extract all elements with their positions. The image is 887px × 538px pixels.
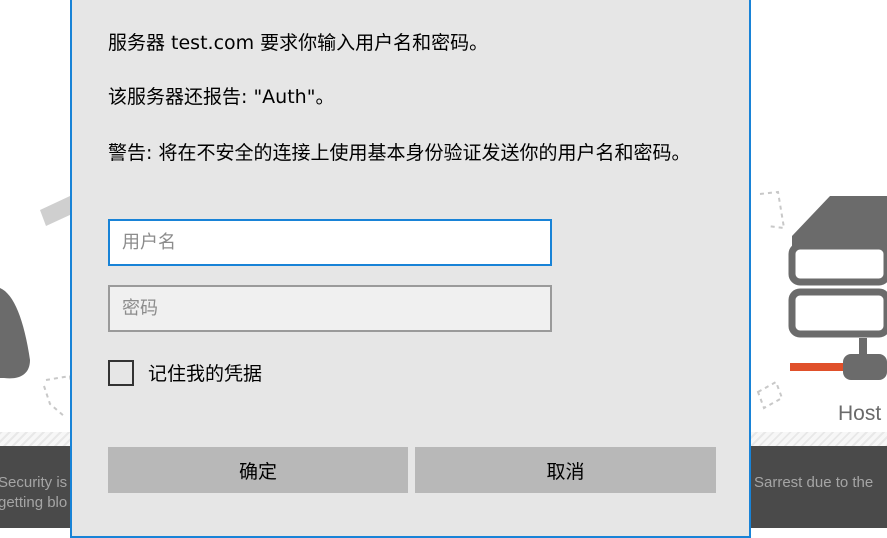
security-warning-message: 警告: 将在不安全的连接上使用基本身份验证发送你的用户名和密码。 <box>108 142 691 164</box>
remember-checkbox[interactable] <box>108 359 134 386</box>
padlock-illustration-icon <box>0 196 72 417</box>
footer-left-text: Security is getting blo <box>0 474 68 511</box>
remember-credentials[interactable]: 记住我的凭据 <box>108 359 262 386</box>
username-input[interactable] <box>108 219 552 266</box>
server-request-message: 服务器 test.com 要求你输入用户名和密码。 <box>108 32 489 54</box>
server-host-icon <box>756 190 887 410</box>
cancel-button[interactable]: 取消 <box>415 447 716 493</box>
password-input[interactable] <box>108 285 552 332</box>
ok-button[interactable]: 确定 <box>108 447 408 493</box>
footer-right-text: Sarrest due to the <box>754 474 874 491</box>
server-report-message: 该服务器还报告: "Auth"。 <box>108 86 335 108</box>
remember-label: 记住我的凭据 <box>148 363 263 385</box>
host-label: Host <box>838 402 882 425</box>
auth-dialog: 服务器 test.com 要求你输入用户名和密码。 该服务器还报告: "Auth… <box>70 0 751 538</box>
